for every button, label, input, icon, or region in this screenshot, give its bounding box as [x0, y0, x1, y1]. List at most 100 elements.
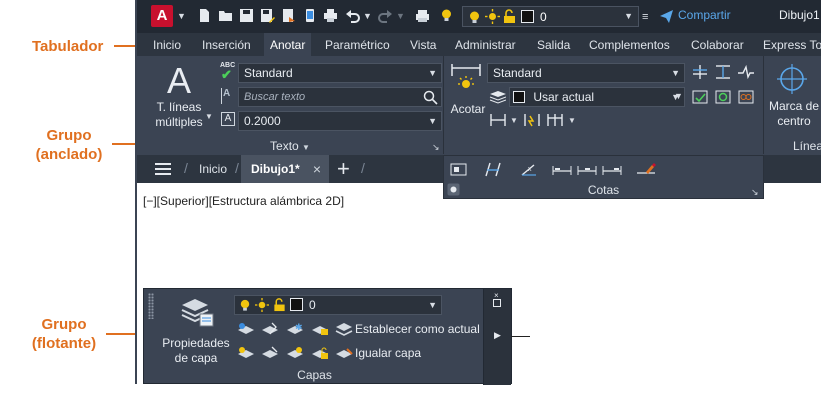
tab-separator: /: [184, 160, 188, 176]
undo-icon[interactable]: [345, 8, 360, 23]
update-dimension-icon[interactable]: [691, 89, 709, 105]
continue-dim-arrow-icon[interactable]: ▼: [568, 116, 576, 125]
text-height-input[interactable]: 0.2000 ▼: [238, 111, 442, 131]
linear-dim-arrow-icon[interactable]: ▼: [510, 116, 518, 125]
center-mark-icon[interactable]: [777, 64, 807, 94]
dimension-big-icon: [451, 64, 481, 88]
break-dimension-icon[interactable]: [691, 64, 709, 80]
tab-parametrico[interactable]: Paramétrico: [319, 33, 396, 56]
plot-icon[interactable]: [415, 8, 430, 23]
layer-walk-icon[interactable]: [260, 345, 280, 361]
callout-floating-panel: Grupo (flotante): [22, 315, 106, 353]
save-as-icon[interactable]: [260, 8, 275, 23]
layer-dropdown[interactable]: 0 ▼: [462, 6, 639, 27]
dimension-dialog-launcher-icon[interactable]: ↘: [751, 187, 759, 198]
leader-line: [511, 336, 530, 337]
right-justify-icon[interactable]: [602, 162, 622, 177]
layer-dropdown-arrow-icon: ▼: [624, 11, 633, 21]
customize-qat-icon[interactable]: ≡: [642, 11, 648, 23]
layer-isolate-icon[interactable]: [236, 321, 256, 337]
dimension-layer-value: Usar actual: [533, 90, 595, 104]
override-icon[interactable]: [636, 162, 656, 177]
text-panel-title[interactable]: Texto ▼: [137, 138, 443, 155]
layer-freeze-icon[interactable]: ✱: [285, 321, 305, 337]
viewport-controls-label[interactable]: [−][Superior][Estructura alámbrica 2D]: [143, 194, 344, 208]
save-icon[interactable]: [239, 8, 254, 23]
layers-panel-title[interactable]: Capas: [144, 368, 485, 382]
centerline-panel-title[interactable]: Líneas: [793, 138, 821, 155]
floating-layer-dropdown[interactable]: 0 ▼: [234, 295, 442, 315]
text-angle-icon[interactable]: x: [520, 162, 538, 177]
adjust-space-icon[interactable]: [714, 64, 732, 80]
publish-icon[interactable]: [281, 8, 296, 23]
layer-thaw-icon[interactable]: [285, 345, 305, 361]
mtext-dropdown-icon[interactable]: ▼: [205, 112, 213, 121]
linear-dim-icon[interactable]: [489, 112, 507, 128]
tab-salida[interactable]: Salida: [531, 33, 576, 56]
open-folder-icon[interactable]: [218, 8, 233, 23]
tab-complementos[interactable]: Complementos: [583, 33, 676, 56]
layer-unisolate-icon[interactable]: [236, 345, 256, 361]
new-tab-plus-icon[interactable]: +: [337, 156, 350, 182]
layer-lock-icon[interactable]: [310, 321, 330, 337]
expand-panel-arrow-icon[interactable]: ▶: [494, 330, 501, 341]
set-current-label[interactable]: Establecer como actual: [355, 322, 480, 336]
text-panel-dialog-launcher-icon[interactable]: ↘: [432, 142, 440, 153]
match-layer-label[interactable]: Igualar capa: [355, 346, 421, 360]
inspect-icon[interactable]: [737, 89, 755, 105]
tab-insercion[interactable]: Inserción: [196, 33, 257, 56]
mobile-share-icon[interactable]: [302, 8, 317, 23]
dimension-button[interactable]: Acotar: [446, 60, 486, 120]
redo-icon[interactable]: [378, 8, 393, 23]
reassociate-icon[interactable]: [714, 89, 732, 105]
multiline-text-button[interactable]: A T. líneas múltiples: [145, 60, 213, 132]
find-text-input[interactable]: Buscar texto: [238, 87, 442, 107]
file-tab-inicio[interactable]: Inicio: [199, 155, 227, 183]
file-tab-drawing1[interactable]: Dibujo1* ×: [241, 155, 329, 183]
layer-off-icon[interactable]: [260, 321, 280, 337]
dimension-panel-title[interactable]: Cotas: [444, 183, 763, 197]
dimension-style-dropdown[interactable]: Standard ▼: [487, 63, 685, 83]
return-to-ribbon-icon[interactable]: [493, 299, 501, 307]
text-style-dropdown[interactable]: Standard ▼: [238, 63, 442, 83]
layers-floating-panel: Propiedades de capa 0 ▼ ✱ Establecer com…: [143, 288, 512, 385]
tab-anotar[interactable]: Anotar: [264, 33, 312, 56]
set-current-layer-icon[interactable]: [334, 321, 354, 337]
tab-administrar[interactable]: Administrar: [449, 33, 522, 56]
app-menu-caret-icon[interactable]: ▼: [177, 11, 186, 21]
share-button[interactable]: Compartir: [678, 8, 731, 22]
panel-drag-grip[interactable]: [148, 293, 154, 319]
match-layer-icon[interactable]: [334, 345, 354, 361]
continue-dim-icon[interactable]: [546, 112, 564, 128]
dimension-style-value: Standard: [493, 66, 542, 80]
center-mark-label-line1[interactable]: Marca de: [765, 99, 821, 114]
quick-dim-icon[interactable]: [523, 112, 541, 128]
dim-override-arrow-icon[interactable]: ▼: [674, 91, 683, 101]
tab-colaborar[interactable]: Colaborar: [685, 33, 750, 56]
dim-text-edit-icon[interactable]: [450, 162, 467, 177]
search-icon[interactable]: [423, 90, 438, 105]
tab-express-tools[interactable]: Express Tools: [757, 33, 821, 56]
tab-inicio[interactable]: Inicio: [147, 33, 187, 56]
layer-unlock-small-icon[interactable]: [310, 345, 330, 361]
center-mark-label-line2[interactable]: centro: [765, 114, 821, 129]
new-file-icon[interactable]: [197, 8, 212, 23]
app-menu-button[interactable]: A: [151, 5, 173, 27]
share-plane-icon[interactable]: [659, 9, 674, 24]
close-tab-icon[interactable]: ×: [313, 155, 321, 183]
dimension-layer-dropdown[interactable]: Usar actual ▼: [509, 87, 685, 107]
center-justify-icon[interactable]: [577, 162, 597, 177]
big-a-icon: A: [167, 60, 192, 101]
jog-line-icon[interactable]: [737, 64, 755, 80]
text-height-icon: A: [221, 112, 235, 126]
oblique-icon[interactable]: [484, 162, 502, 177]
layer-on-bulb-icon[interactable]: [439, 8, 454, 23]
callout-docked-panel: Grupo (anclado): [28, 126, 110, 164]
left-justify-icon[interactable]: [552, 162, 572, 177]
redo-dropdown-icon[interactable]: ▼: [396, 11, 405, 21]
undo-dropdown-icon[interactable]: ▼: [363, 11, 372, 21]
hamburger-menu-icon[interactable]: [155, 163, 171, 175]
tab-vista[interactable]: Vista: [404, 33, 442, 56]
plot-printer-icon[interactable]: [323, 8, 338, 23]
layer-properties-button[interactable]: Propiedades de capa: [160, 295, 232, 365]
